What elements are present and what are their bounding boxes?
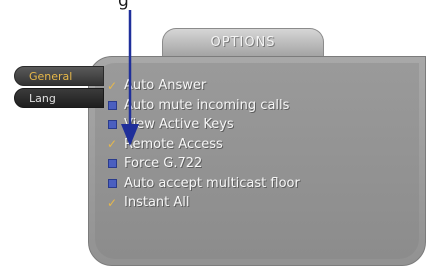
option-remote-access[interactable]: ✓ Remote Access [106, 135, 300, 155]
blue-square-icon [106, 158, 118, 170]
callout-label: g [118, 0, 129, 11]
options-header-tab: OPTIONS [162, 28, 324, 56]
check-icon: ✓ [106, 137, 118, 152]
option-label: Force G.722 [124, 156, 203, 172]
option-label: View Active Keys [124, 117, 234, 133]
option-view-active-keys[interactable]: View Active Keys [106, 115, 300, 135]
option-auto-mute-incoming-calls[interactable]: Auto mute incoming calls [106, 96, 300, 116]
check-icon: ✓ [106, 78, 118, 93]
option-force-g722[interactable]: Force G.722 [106, 154, 300, 174]
option-label: Instant All [124, 195, 190, 211]
blue-square-icon [106, 177, 118, 189]
option-label: Auto accept multicast floor [124, 175, 300, 191]
option-label: Remote Access [124, 136, 223, 152]
option-auto-accept-multicast-floor[interactable]: Auto accept multicast floor [106, 174, 300, 194]
tab-general[interactable]: General [14, 66, 104, 86]
options-list: ✓ Auto Answer Auto mute incoming calls V… [106, 76, 300, 213]
option-instant-all[interactable]: ✓ Instant All [106, 193, 300, 213]
blue-square-icon [106, 119, 118, 131]
blue-square-icon [106, 99, 118, 111]
check-icon: ✓ [106, 195, 118, 210]
option-label: Auto Answer [124, 78, 207, 94]
side-tabs: General Lang [14, 66, 104, 110]
tab-lang[interactable]: Lang [14, 88, 104, 108]
option-label: Auto mute incoming calls [124, 97, 290, 113]
options-title: OPTIONS [210, 35, 276, 50]
option-auto-answer[interactable]: ✓ Auto Answer [106, 76, 300, 96]
